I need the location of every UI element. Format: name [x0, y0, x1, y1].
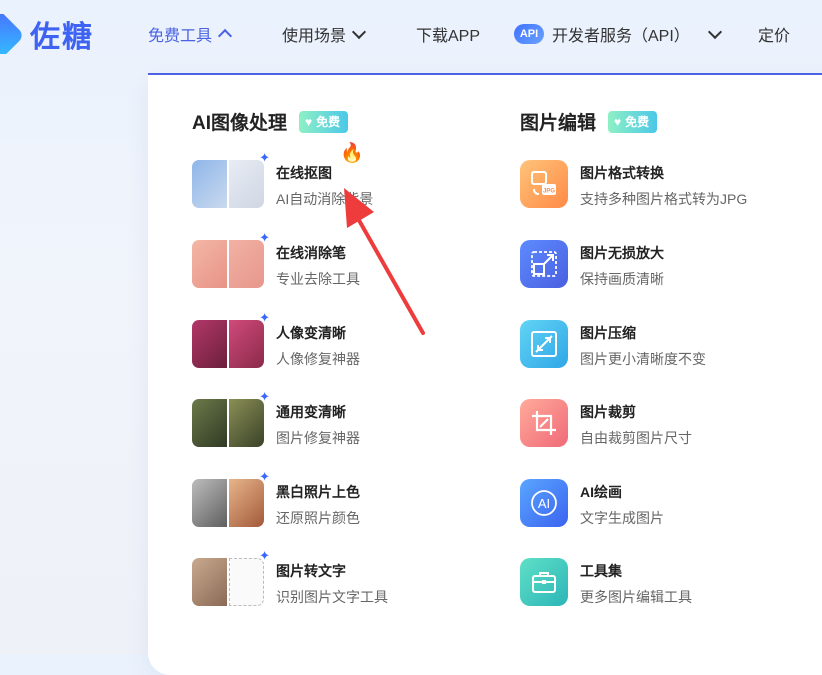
icon-label: AI: [538, 496, 550, 511]
top-navigation: 佐糖 免费工具 使用场景 下载APP API 开发者服务（API） 定价: [0, 0, 822, 66]
logo-text: 佐糖: [30, 21, 94, 54]
tool-title: 通用变清晰: [276, 404, 346, 420]
sparkle-icon: ✦: [259, 469, 270, 484]
nav-label: 免费工具: [148, 28, 213, 45]
tool-desc: 更多图片编辑工具: [580, 589, 692, 605]
tool-desc: 识别图片文字工具: [276, 589, 388, 605]
free-tools-dropdown: AI图像处理 ♥ 免费 ✦ 在线抠图 AI自动消除背景 ✦ 在线消除笔 专业去除…: [148, 75, 822, 675]
tool-title: 黑白照片上色: [276, 484, 360, 500]
tool-item-remove-bg[interactable]: ✦ 在线抠图 AI自动消除背景: [192, 151, 374, 209]
tool-item-ocr[interactable]: ✦ 图片转文字 识别图片文字工具: [192, 549, 388, 607]
before-after-thumbnail: ✦: [192, 549, 270, 606]
tool-title: 图片压缩: [580, 325, 636, 341]
tool-item-compress[interactable]: 图片压缩 图片更小清晰度不变: [520, 320, 706, 369]
tool-title: 图片格式转换: [580, 165, 664, 181]
sparkle-icon: ✦: [259, 310, 270, 325]
tool-item-upscale[interactable]: 图片无损放大 保持画质清晰: [520, 240, 664, 289]
crop-icon: [520, 399, 568, 447]
chevron-up-icon: [217, 28, 233, 44]
section-title-image-edit: 图片编辑 ♥ 免费: [520, 108, 658, 135]
tool-item-eraser[interactable]: ✦ 在线消除笔 专业去除工具: [192, 231, 360, 289]
chevron-down-icon: [707, 24, 722, 39]
chevron-down-icon: [351, 24, 367, 39]
nav-free-tools[interactable]: 免费工具: [148, 22, 233, 46]
tool-item-colorize[interactable]: ✦ 黑白照片上色 还原照片颜色: [192, 470, 360, 528]
tool-title: 工具集: [580, 563, 622, 579]
api-cloud-icon: API: [514, 24, 544, 44]
nav-developer-api[interactable]: API 开发者服务（API）: [514, 22, 722, 46]
tool-desc: 人像修复神器: [276, 351, 360, 367]
tool-desc: AI自动消除背景: [276, 191, 374, 207]
nav-download-app[interactable]: 下载APP: [416, 22, 480, 46]
free-badge-label: 免费: [625, 115, 650, 129]
upscale-icon: [520, 240, 568, 288]
tool-title: 人像变清晰: [276, 325, 346, 341]
tool-desc: 支持多种图片格式转为JPG: [580, 191, 748, 207]
tool-title: 在线抠图: [276, 165, 332, 181]
sparkle-icon: ✦: [259, 150, 270, 165]
before-after-thumbnail: ✦: [192, 311, 270, 368]
heart-icon: ♥: [305, 114, 313, 129]
tool-item-crop[interactable]: 图片裁剪 自由裁剪图片尺寸: [520, 399, 692, 448]
tool-desc: 图片修复神器: [276, 430, 360, 446]
nav-label: 定价: [758, 28, 791, 45]
nav-label: 开发者服务（API）: [552, 28, 690, 45]
tool-desc: 图片更小清晰度不变: [580, 351, 706, 367]
compress-icon: [520, 320, 568, 368]
toolbox-icon: [520, 558, 568, 606]
nav-label: 下载APP: [416, 28, 481, 45]
before-after-thumbnail: ✦: [192, 231, 270, 288]
tool-item-format-convert[interactable]: JPG 图片格式转换 支持多种图片格式转为JPG: [520, 160, 747, 209]
tool-item-toolbox[interactable]: 工具集 更多图片编辑工具: [520, 558, 692, 607]
tool-desc: 还原照片颜色: [276, 510, 360, 526]
nav-pricing[interactable]: 定价: [758, 22, 790, 46]
sparkle-icon: ✦: [259, 230, 270, 245]
section-title: 图片编辑: [520, 113, 597, 134]
before-after-thumbnail: ✦: [192, 470, 270, 527]
free-badge: ♥ 免费: [608, 110, 658, 133]
sparkle-icon: ✦: [259, 389, 270, 404]
section-title-ai-image: AI图像处理 ♥ 免费: [192, 108, 349, 135]
tool-item-portrait-enhance[interactable]: ✦ 人像变清晰 人像修复神器: [192, 311, 360, 369]
tool-desc: 专业去除工具: [276, 271, 360, 287]
sparkle-icon: ✦: [259, 548, 270, 563]
tool-item-general-enhance[interactable]: ✦ 通用变清晰 图片修复神器: [192, 390, 360, 448]
tool-title: AI绘画: [580, 484, 622, 500]
section-title: AI图像处理: [192, 113, 288, 134]
tool-title: 在线消除笔: [276, 245, 346, 261]
tool-desc: 文字生成图片: [580, 510, 664, 526]
logo-mark-icon: [0, 14, 22, 54]
free-badge: ♥ 免费: [299, 110, 349, 133]
icon-label: JPG: [543, 189, 555, 195]
tool-title: 图片无损放大: [580, 245, 664, 261]
tool-item-ai-paint[interactable]: AI AI绘画 文字生成图片: [520, 479, 664, 528]
fire-icon: 🔥: [340, 143, 364, 164]
before-after-thumbnail: ✦: [192, 390, 270, 447]
nav-use-cases[interactable]: 使用场景: [282, 22, 367, 46]
tool-title: 图片转文字: [276, 563, 346, 579]
tool-title: 图片裁剪: [580, 404, 636, 420]
tool-desc: 自由裁剪图片尺寸: [580, 430, 692, 446]
heart-icon: ♥: [614, 114, 622, 129]
nav-label: 使用场景: [282, 28, 347, 45]
logo[interactable]: 佐糖: [0, 12, 94, 56]
tool-desc: 保持画质清晰: [580, 271, 664, 287]
ai-paint-icon: AI: [520, 479, 568, 527]
free-badge-label: 免费: [316, 115, 341, 129]
format-convert-icon: JPG: [520, 160, 568, 208]
before-after-thumbnail: ✦: [192, 151, 270, 208]
